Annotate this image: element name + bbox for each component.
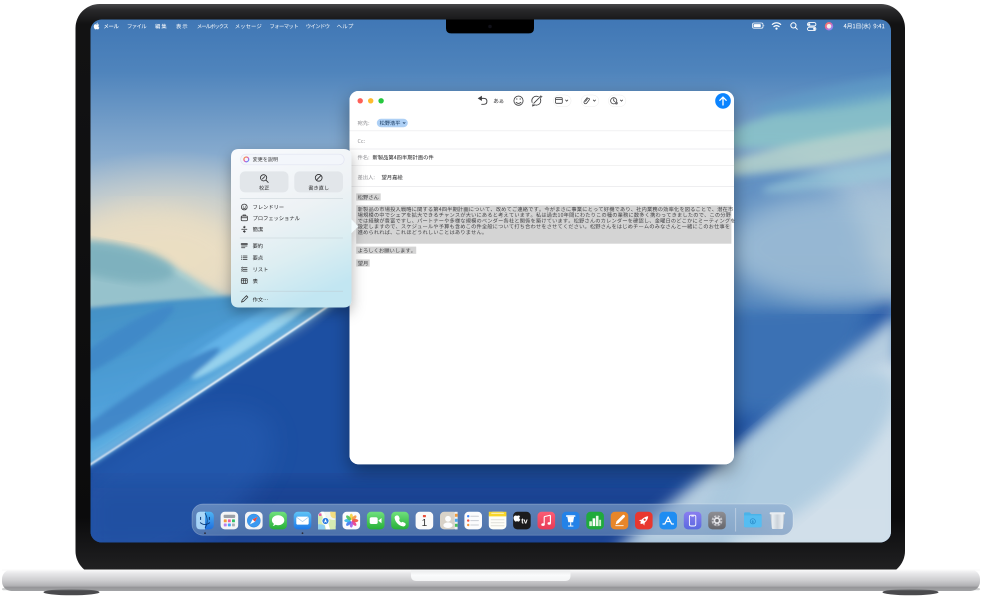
svg-text:1: 1 [422, 518, 428, 529]
svg-text:tv: tv [521, 517, 527, 526]
